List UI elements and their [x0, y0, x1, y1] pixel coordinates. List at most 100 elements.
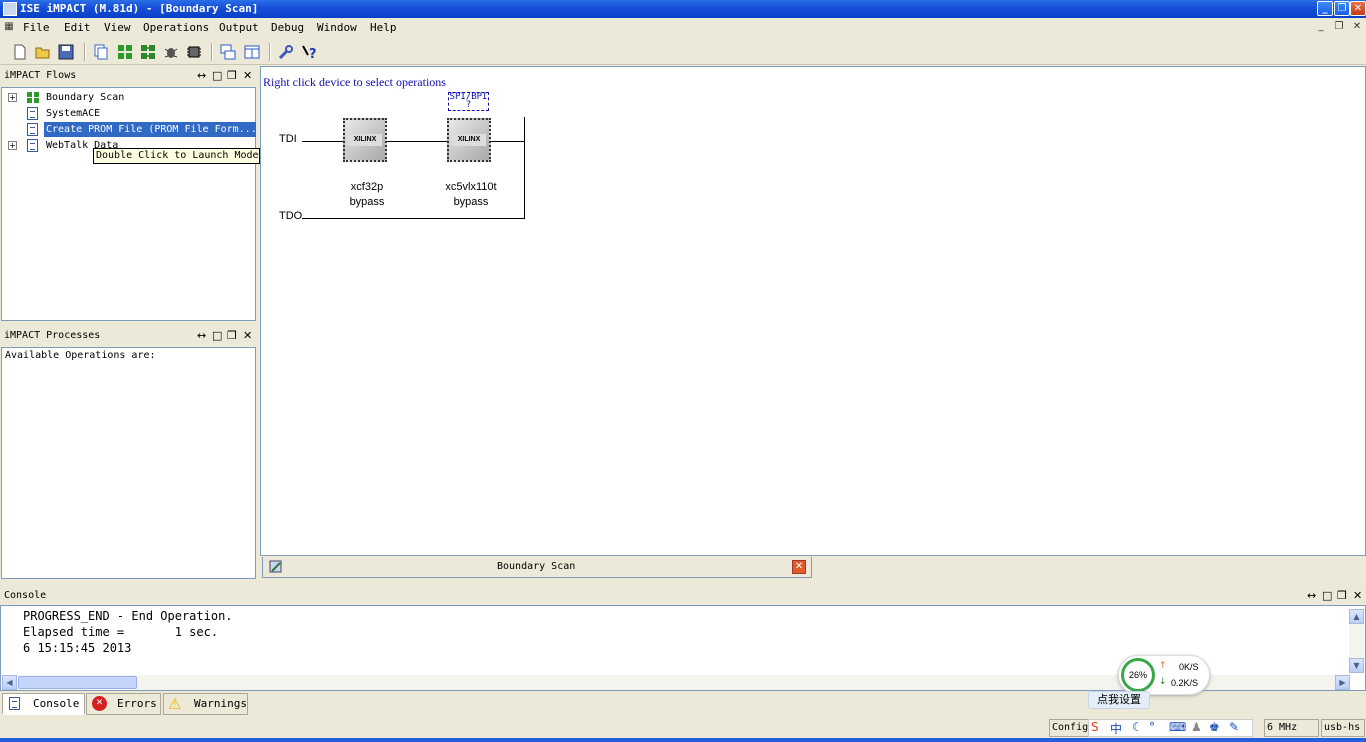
device-chip-1[interactable]: XILINX — [343, 118, 387, 162]
warning-icon: ⚠ — [168, 695, 182, 713]
maximize-icon[interactable]: □ — [1322, 587, 1332, 604]
taskbar — [0, 738, 1366, 742]
menu-help[interactable]: Help — [370, 21, 397, 34]
scroll-left-icon[interactable]: ◀ — [2, 675, 17, 690]
network-speed-widget[interactable]: 26% ↑ 0K/S ↓ 0.2K/S — [1118, 655, 1210, 695]
tools-icon[interactable]: ✎ — [1229, 720, 1239, 734]
mdi-minimize-icon[interactable]: _ — [1314, 20, 1328, 34]
processes-list: Available Operations are: — [1, 347, 256, 579]
tab-console[interactable]: Console — [2, 693, 85, 715]
menu-file[interactable]: File — [23, 21, 50, 34]
tab-errors[interactable]: ✕ Errors — [86, 693, 161, 715]
tdo-label: TDO — [279, 210, 303, 222]
minimize-button[interactable]: _ — [1317, 1, 1333, 16]
status-bar: Config S 中 ☾ ° ⌨ ♟ ♚ ✎ 6 MHz usb-hs — [0, 716, 1366, 738]
vertical-scrollbar[interactable]: ▲ ▼ — [1349, 609, 1364, 673]
device-chip-2[interactable]: XILINX — [447, 118, 491, 162]
moon-icon[interactable]: ☾ — [1132, 720, 1143, 734]
grid-alt-icon[interactable] — [139, 43, 157, 61]
flows-panel-title: iMPACT Flows — [4, 70, 77, 81]
tdo-wire — [302, 218, 525, 219]
close-icon[interactable]: ✕ — [243, 327, 252, 344]
app-icon[interactable] — [3, 2, 17, 16]
menu-view[interactable]: View — [104, 21, 131, 34]
open-icon[interactable] — [34, 43, 52, 61]
keyboard-icon[interactable]: ⌨ — [1169, 720, 1186, 734]
processes-panel-header: iMPACT Processes ↔ □ ❐ ✕ — [0, 327, 258, 344]
float-icon[interactable]: ↔ — [1307, 587, 1316, 604]
console-icon — [9, 697, 20, 710]
restore-icon[interactable]: ❐ — [227, 67, 237, 84]
close-icon[interactable]: ✕ — [243, 67, 252, 84]
float-icon[interactable]: ↔ — [197, 327, 206, 344]
xilinx-logo: XILINX — [452, 134, 486, 146]
menu-edit[interactable]: Edit — [64, 21, 91, 34]
restore-button[interactable]: ❐ — [1334, 1, 1350, 16]
scroll-thumb[interactable] — [18, 676, 137, 689]
menu-debug[interactable]: Debug — [271, 21, 304, 34]
spi-bpi-box[interactable]: SPI/BPI ? — [448, 92, 489, 111]
maximize-icon[interactable]: □ — [212, 67, 222, 84]
wrench-icon[interactable] — [277, 43, 295, 61]
tab-label: Errors — [117, 697, 157, 710]
tile-icon[interactable] — [243, 43, 261, 61]
tab-label: Boundary Scan — [497, 561, 576, 572]
mdi-doc-icon[interactable]: ▦ — [2, 20, 16, 34]
spi-bpi-question: ? — [465, 100, 472, 110]
tooltip: Double Click to Launch Mode — [93, 148, 260, 164]
document-icon — [27, 107, 38, 120]
boundary-scan-icon — [27, 92, 39, 103]
expand-icon[interactable]: + — [8, 141, 17, 150]
console-line: PROGRESS_END - End Operation. — [23, 609, 233, 623]
menu-output[interactable]: Output — [219, 21, 259, 34]
save-icon[interactable] — [57, 43, 75, 61]
net-settings-button[interactable]: 点我设置 — [1088, 691, 1150, 709]
close-icon[interactable]: ✕ — [1353, 587, 1362, 604]
device-1-mode: bypass — [349, 196, 385, 208]
cascade-icon[interactable] — [219, 43, 237, 61]
restore-icon[interactable]: ❐ — [227, 327, 237, 344]
scroll-up-icon[interactable]: ▲ — [1349, 609, 1364, 624]
close-tab-icon[interactable]: ✕ — [792, 560, 806, 574]
tab-warnings[interactable]: ⚠ Warnings — [163, 693, 248, 715]
chain-wire — [387, 141, 447, 142]
boundary-scan-canvas[interactable]: Right click device to select operations … — [260, 66, 1366, 556]
restore-icon[interactable]: ❐ — [1337, 587, 1347, 604]
float-icon[interactable]: ↔ — [197, 67, 206, 84]
help-icon[interactable]: ? — [300, 43, 318, 61]
chip-icon[interactable] — [185, 43, 203, 61]
bottom-tabs: Console ✕ Errors ⚠ Warnings — [0, 692, 1366, 716]
toolbar: ? — [0, 39, 1366, 65]
tab-boundary-scan[interactable]: Boundary Scan ✕ — [262, 557, 812, 578]
ime-lang[interactable]: 中 — [1110, 720, 1122, 737]
copy-icon[interactable] — [92, 43, 110, 61]
boundary-scan-tab-icon — [269, 560, 282, 573]
processes-panel-title: iMPACT Processes — [4, 330, 101, 341]
menu-operations[interactable]: Operations — [143, 21, 209, 34]
tdi-label: TDI — [279, 133, 297, 145]
document-icon — [27, 139, 38, 152]
scroll-right-icon[interactable]: ▶ — [1335, 675, 1350, 690]
expand-icon[interactable]: + — [8, 93, 17, 102]
device-2-mode: bypass — [453, 196, 489, 208]
debug-icon[interactable] — [162, 43, 180, 61]
mdi-restore-icon[interactable]: ❐ — [1332, 20, 1346, 34]
ime-logo-icon[interactable]: S — [1091, 720, 1099, 734]
punct-icon[interactable]: ° — [1149, 720, 1155, 734]
menu-window[interactable]: Window — [317, 21, 357, 34]
skin-icon[interactable]: ♚ — [1209, 720, 1220, 734]
new-icon[interactable] — [11, 43, 29, 61]
status-speed: 6 MHz — [1264, 719, 1319, 737]
close-button[interactable]: ✕ — [1350, 1, 1366, 16]
maximize-icon[interactable]: □ — [212, 327, 222, 344]
device-1-name: xcf32p — [350, 181, 384, 193]
mdi-close-icon[interactable]: ✕ — [1350, 20, 1364, 34]
scroll-down-icon[interactable]: ▼ — [1349, 658, 1364, 673]
download-icon: ↓ — [1159, 677, 1167, 687]
user-icon[interactable]: ♟ — [1191, 720, 1202, 734]
grid-icon[interactable] — [116, 43, 134, 61]
document-icon — [27, 123, 38, 136]
ime-toolbar[interactable]: S 中 ☾ ° ⌨ ♟ ♚ ✎ — [1088, 719, 1253, 737]
flows-panel-header: iMPACT Flows ↔ □ ❐ ✕ — [0, 67, 258, 84]
tdi-wire — [302, 141, 343, 142]
